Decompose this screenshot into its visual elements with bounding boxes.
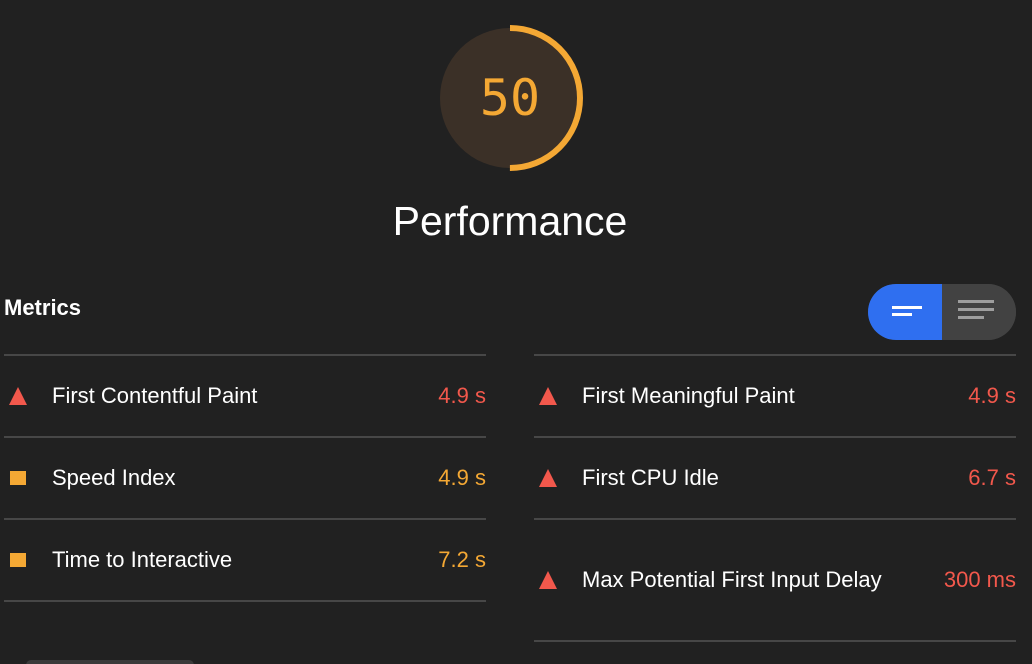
fail-triangle-icon xyxy=(539,571,557,589)
metric-title: First Contentful Paint xyxy=(52,383,258,408)
metric-title: First Meaningful Paint xyxy=(582,383,795,408)
compact-view-button[interactable] xyxy=(868,284,942,340)
metric-row-speed-index: Speed Index 4.9 s xyxy=(4,438,486,518)
metrics-heading: Metrics xyxy=(4,295,82,320)
fail-triangle-icon xyxy=(539,387,557,405)
partially-visible-button[interactable] xyxy=(26,660,194,664)
fail-triangle-icon xyxy=(539,469,557,487)
metric-row-first-contentful-paint: First Contentful Paint 4.9 s xyxy=(4,356,486,436)
metric-row-first-meaningful-paint: First Meaningful Paint 4.9 s xyxy=(534,356,1016,436)
metrics-view-toggle[interactable] xyxy=(868,284,1016,340)
metric-title: First CPU Idle xyxy=(582,465,719,490)
metric-title: Max Potential First Input Delay xyxy=(582,567,882,592)
metric-row-first-cpu-idle: First CPU Idle 6.7 s xyxy=(534,438,1016,518)
metric-row-max-potential-fid: Max Potential First Input Delay 300 ms xyxy=(534,520,1016,640)
metric-value: 4.9 s xyxy=(438,465,486,490)
metric-value: 300 ms xyxy=(943,567,1016,592)
metric-row-time-to-interactive: Time to Interactive 7.2 s xyxy=(4,520,486,600)
metrics-left-column: First Contentful Paint 4.9 s Speed Index… xyxy=(4,354,486,602)
average-square-icon xyxy=(10,553,26,567)
category-title: Performance xyxy=(392,198,628,244)
metric-divider xyxy=(4,600,486,602)
expanded-view-button[interactable] xyxy=(942,284,1016,340)
compact-view-icon xyxy=(892,306,922,316)
metrics-right-column: First Meaningful Paint 4.9 s First CPU I… xyxy=(534,354,1016,642)
metric-value: 4.9 s xyxy=(438,383,486,408)
fail-triangle-icon xyxy=(9,387,27,405)
average-square-icon xyxy=(10,471,26,485)
metric-title: Speed Index xyxy=(52,465,176,490)
expanded-view-icon xyxy=(958,300,994,319)
performance-score: 50 xyxy=(479,69,541,127)
metric-value: 4.9 s xyxy=(968,383,1016,408)
metric-value: 6.7 s xyxy=(968,465,1016,490)
metric-divider xyxy=(534,640,1016,642)
metric-title: Time to Interactive xyxy=(52,547,233,572)
performance-score-gauge: 50 xyxy=(436,24,584,172)
metric-value: 7.2 s xyxy=(438,547,486,572)
